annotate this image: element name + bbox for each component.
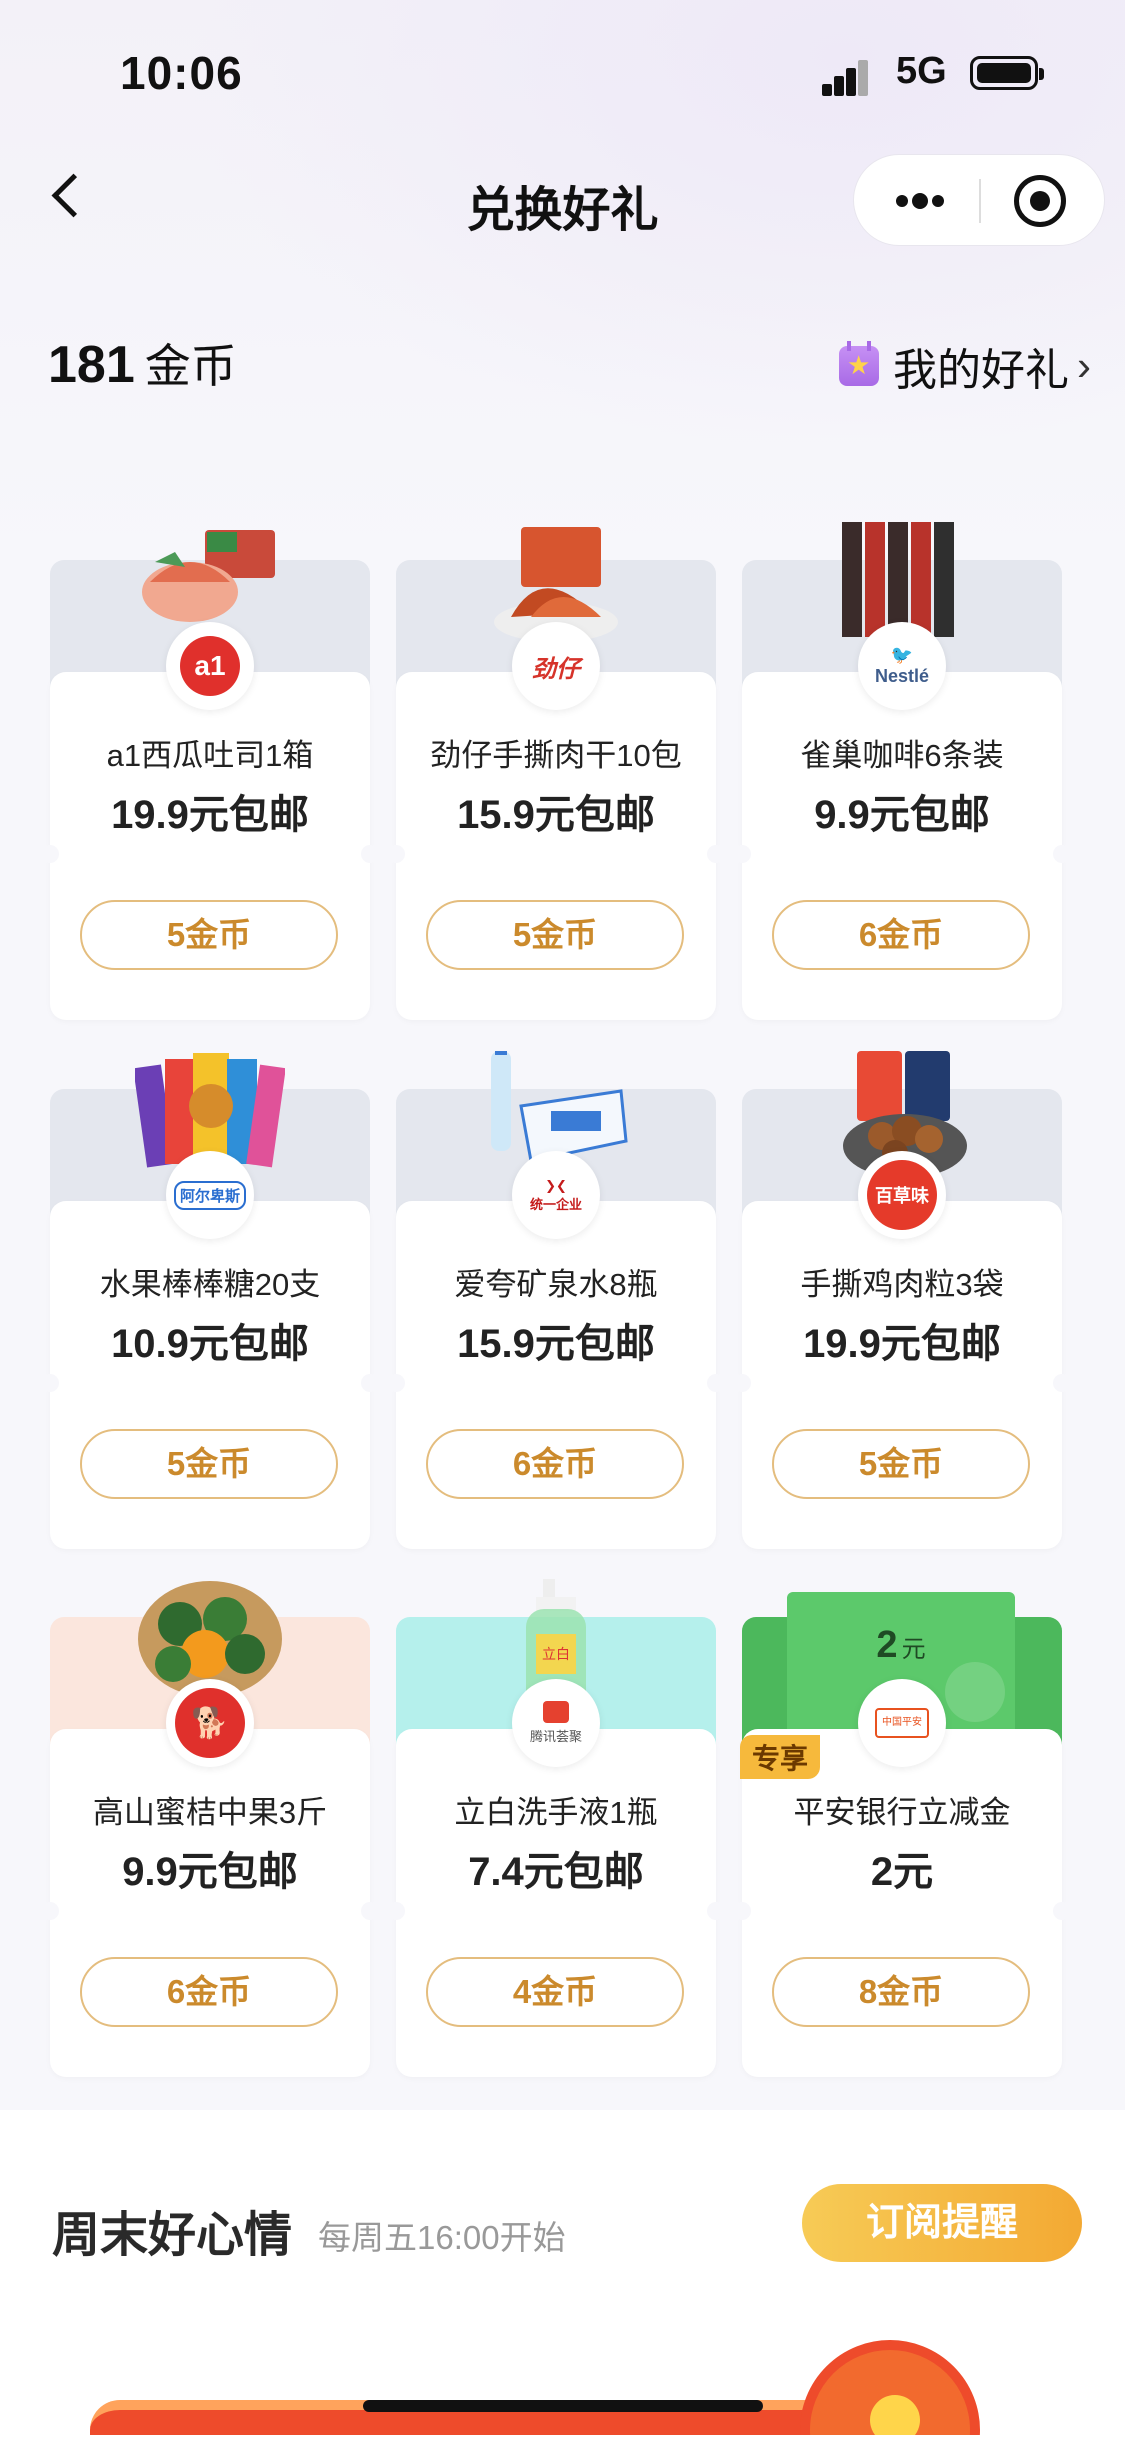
gift-price: 10.9元包邮 bbox=[111, 1322, 309, 1366]
battery-icon bbox=[970, 56, 1044, 90]
voucher-amount: 2 bbox=[876, 1624, 898, 1666]
alpenliebe-logo: 阿尔卑斯 bbox=[173, 1180, 246, 1210]
ticket-notch bbox=[1053, 1374, 1071, 1392]
ticket-notch bbox=[707, 845, 725, 863]
gift-price: 7.4元包邮 bbox=[468, 1850, 644, 1894]
gift-card[interactable]: 百草味手撕鸡肉粒3袋 19.9元包邮 5金币 bbox=[733, 1051, 1071, 1549]
brand-logo: 阿尔卑斯 bbox=[166, 1151, 254, 1239]
gift-card[interactable]: 2 元专享 中国平安 平安银行立减金 2元 8金币 bbox=[733, 1592, 1071, 2077]
exclusive-badge: 专享 bbox=[740, 1735, 821, 1779]
weekend-title: 周末好心情 bbox=[52, 2209, 293, 2262]
redeem-button[interactable]: 6金币 bbox=[426, 1429, 684, 1499]
ticket-notch bbox=[707, 1374, 725, 1392]
gift-name: 高山蜜桔中果3斤 bbox=[92, 1795, 328, 1830]
ticket-notch bbox=[41, 1374, 59, 1392]
brand-logo: 中国平安 bbox=[858, 1679, 946, 1767]
ticket-notch bbox=[1053, 1902, 1071, 1920]
gift-price: 15.9元包邮 bbox=[457, 1322, 655, 1366]
redeem-button[interactable]: 5金币 bbox=[80, 900, 338, 970]
signal-icon bbox=[822, 56, 880, 96]
coin-unit: 金币 bbox=[144, 340, 237, 392]
ticket-notch bbox=[387, 1374, 405, 1392]
uni-president-logo: ❯❮ 统一企业 bbox=[529, 1177, 582, 1212]
gift-name: 手撕鸡肉粒3袋 bbox=[800, 1267, 1004, 1302]
gift-name: a1西瓜吐司1箱 bbox=[106, 738, 314, 773]
ticket-notch bbox=[41, 1902, 59, 1920]
gift-card[interactable]: 立白腾讯荟聚立白洗手液1瓶 7.4元包邮 4金币 bbox=[387, 1579, 725, 2077]
ticket-notch bbox=[41, 845, 59, 863]
a1-logo: a1 bbox=[180, 636, 240, 696]
gift-price: 2元 bbox=[870, 1850, 934, 1894]
gift-price: 9.9元包邮 bbox=[814, 793, 990, 837]
gift-card[interactable]: ❯❮ 统一企业爱夸矿泉水8瓶 15.9元包邮 6金币 bbox=[387, 1045, 725, 1549]
gift-price: 19.9元包邮 bbox=[803, 1322, 1001, 1366]
baicaowei-logo: 百草味 bbox=[867, 1160, 937, 1230]
gift-name: 雀巢咖啡6条装 bbox=[800, 738, 1004, 773]
brand-logo: 百草味 bbox=[858, 1151, 946, 1239]
gift-card[interactable]: 🐕 高山蜜桔中果3斤 9.9元包邮 6金币 bbox=[41, 1581, 379, 2077]
gift-name: 平安银行立减金 bbox=[793, 1795, 1011, 1830]
gift-price: 9.9元包邮 bbox=[122, 1850, 298, 1894]
redeem-button[interactable]: 5金币 bbox=[426, 900, 684, 970]
gift-price: 19.9元包邮 bbox=[111, 793, 309, 837]
brand-logo: ❯❮ 统一企业 bbox=[512, 1151, 600, 1239]
subscribe-button[interactable]: 订阅提醒 bbox=[802, 2184, 1082, 2262]
close-miniprogram-icon[interactable] bbox=[1014, 175, 1066, 227]
gift-name: 爱夸矿泉水8瓶 bbox=[454, 1267, 658, 1302]
gift-card[interactable]: 阿尔卑斯水果棒棒糖20支 10.9元包邮 5金币 bbox=[41, 1053, 379, 1549]
gift-name: 立白洗手液1瓶 bbox=[454, 1795, 658, 1830]
coin-balance: 181 金币 bbox=[48, 330, 237, 396]
ticket-notch bbox=[387, 1902, 405, 1920]
brand-logo: 劲仔 bbox=[512, 622, 600, 710]
gift-card[interactable]: 🐦 Nestlé 雀巢咖啡6条装 9.9元包邮 6金币 bbox=[733, 522, 1071, 1020]
my-gifts-label: 我的好礼 bbox=[893, 346, 1069, 395]
gift-card[interactable]: a1 a1西瓜吐司1箱 19.9元包邮 5金币 bbox=[41, 530, 379, 1020]
svg-text:立白: 立白 bbox=[542, 1646, 570, 1662]
ticket-notch bbox=[387, 845, 405, 863]
status-bar: 10:06 5G bbox=[0, 0, 1125, 150]
calendar-star-icon bbox=[839, 341, 879, 386]
brand-logo: 🐕 bbox=[166, 1679, 254, 1767]
brand-logo: 🐦 Nestlé bbox=[858, 622, 946, 710]
more-icon[interactable] bbox=[890, 191, 960, 211]
brand-logo: a1 bbox=[166, 622, 254, 710]
home-indicator bbox=[363, 2400, 763, 2412]
chevron-right-icon: › bbox=[1077, 342, 1091, 389]
redeem-button[interactable]: 5金币 bbox=[772, 1429, 1030, 1499]
network-type: 5G bbox=[896, 50, 947, 92]
coin-count: 181 bbox=[48, 336, 135, 394]
jinzai-logo: 劲仔 bbox=[532, 655, 580, 683]
tencent-huiju-logo: 腾讯荟聚 bbox=[530, 1701, 582, 1745]
check-mark-icon bbox=[945, 1662, 1005, 1722]
miniprogram-capsule bbox=[853, 154, 1105, 246]
status-time: 10:06 bbox=[120, 47, 243, 99]
gift-name: 水果棒棒糖20支 bbox=[99, 1267, 321, 1302]
capsule-divider bbox=[979, 179, 981, 223]
ticket-notch bbox=[707, 1902, 725, 1920]
redeem-button[interactable]: 6金币 bbox=[80, 1957, 338, 2027]
pingan-logo: 中国平安 bbox=[875, 1708, 929, 1738]
redeem-button[interactable]: 8金币 bbox=[772, 1957, 1030, 2027]
ticket-notch bbox=[733, 845, 751, 863]
ticket-notch bbox=[361, 1902, 379, 1920]
nestle-logo: 🐦 Nestlé bbox=[874, 645, 930, 686]
banner-coin-graphic bbox=[800, 2340, 980, 2435]
ticket-notch bbox=[1053, 845, 1071, 863]
redeem-button[interactable]: 6金币 bbox=[772, 900, 1030, 970]
ticket-notch bbox=[733, 1374, 751, 1392]
weekend-subtitle: 每周五16:00开始 bbox=[318, 2219, 566, 2256]
jd-dog-logo: 🐕 bbox=[175, 1688, 245, 1758]
redeem-button[interactable]: 5金币 bbox=[80, 1429, 338, 1499]
ticket-notch bbox=[361, 845, 379, 863]
ticket-notch bbox=[733, 1902, 751, 1920]
gift-card[interactable]: 劲仔劲仔手撕肉干10包 15.9元包邮 5金币 bbox=[387, 527, 725, 1020]
gift-name: 劲仔手撕肉干10包 bbox=[430, 738, 682, 773]
gift-price: 15.9元包邮 bbox=[457, 793, 655, 837]
weekend-banner[interactable] bbox=[30, 2330, 1095, 2435]
voucher-unit: 元 bbox=[901, 1636, 926, 1663]
brand-logo: 腾讯荟聚 bbox=[512, 1679, 600, 1767]
my-gifts-link[interactable]: 我的好礼 › bbox=[839, 334, 1091, 398]
ticket-notch bbox=[361, 1374, 379, 1392]
redeem-button[interactable]: 4金币 bbox=[426, 1957, 684, 2027]
